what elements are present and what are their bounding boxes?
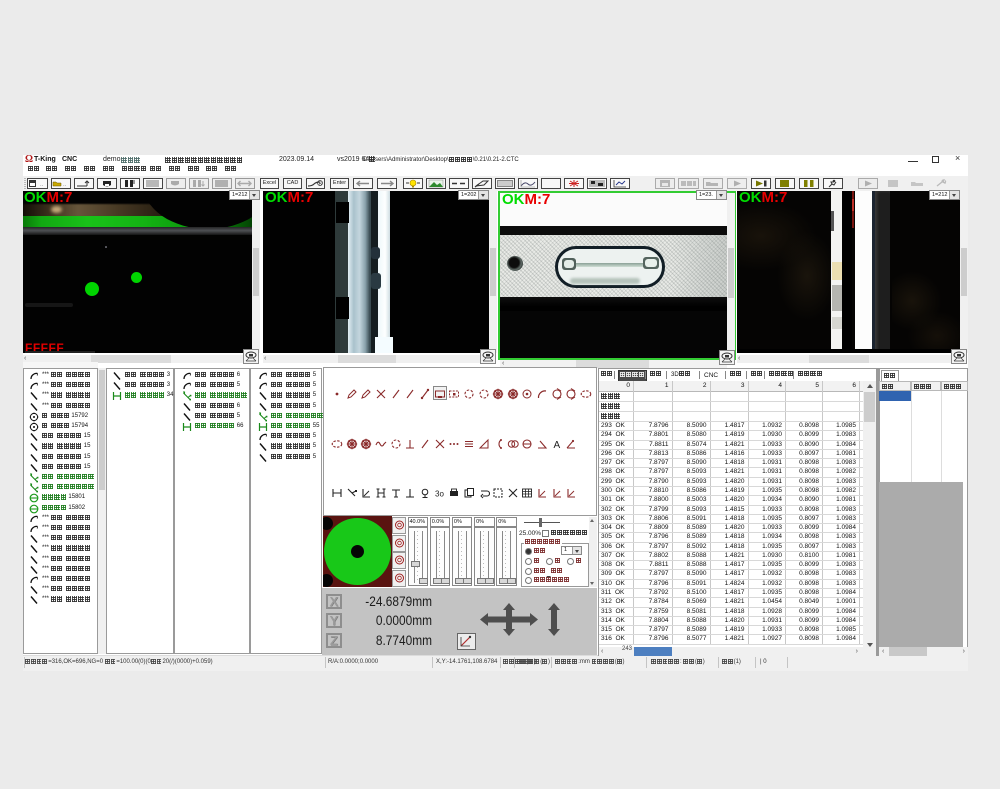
svg-text:A: A [553,440,560,450]
svg-text:..: .. [63,182,67,188]
svg-text:3o: 3o [435,490,444,499]
svg-text:..: .. [40,182,44,188]
